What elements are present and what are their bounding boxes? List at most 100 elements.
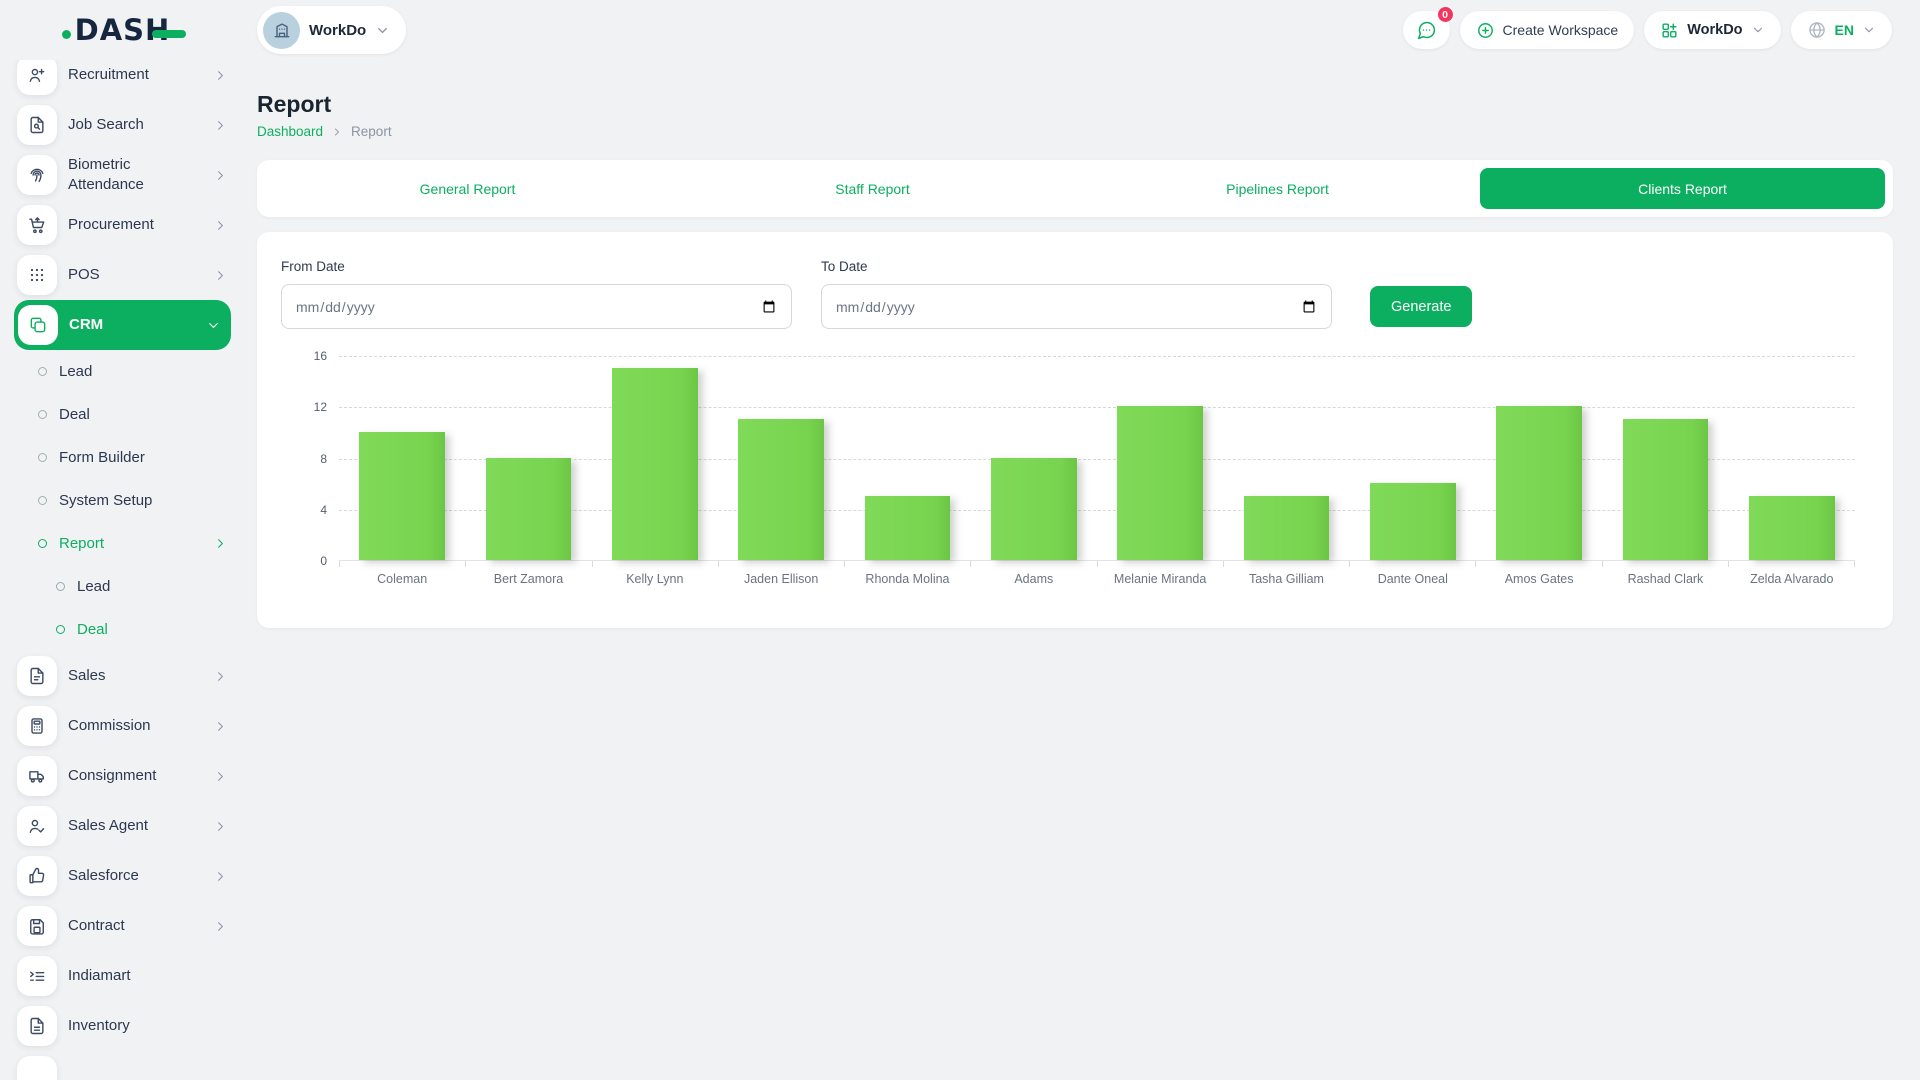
bar-kelly-lynn[interactable] [612, 368, 698, 560]
sidebar-item-procurement[interactable]: Procurement [17, 200, 228, 250]
sidebar-subsubitem-deal[interactable]: Deal [17, 608, 228, 651]
sidebar-item-job-search[interactable]: Job Search [17, 100, 228, 150]
sidebar-subitem-label: Lead [77, 578, 110, 595]
header-actions: 0 Create Workspace WorkDo EN [1403, 11, 1892, 49]
axis-tick [1224, 561, 1350, 567]
bar-dante-oneal[interactable] [1370, 483, 1456, 560]
chevron-right-icon [213, 919, 228, 934]
axis-tick [339, 561, 466, 567]
clients-report-panel: From Date To Date Generate 0481216 Colem… [257, 232, 1893, 628]
logo-area: DASH [0, 13, 245, 47]
workspace-switcher[interactable]: WorkDo [1644, 11, 1780, 49]
workspace-avatar [263, 12, 300, 49]
sidebar-item-label: CRM [69, 315, 103, 335]
breadcrumb: Dashboard Report [257, 124, 1893, 139]
breadcrumb-dashboard-link[interactable]: Dashboard [257, 124, 323, 139]
axis-tick [466, 561, 592, 567]
sidebar-item-label: Biometric Attendance [68, 155, 184, 196]
tab-general-report[interactable]: General Report [265, 168, 670, 209]
sidebar-item-indiamart[interactable]: Indiamart [17, 951, 228, 1001]
sidebar-item-label: Job Search [68, 115, 144, 135]
chevron-down-icon [1862, 23, 1876, 37]
user-check-icon [17, 806, 57, 846]
bar-jaden-ellison[interactable] [738, 419, 824, 560]
sidebar-subitem-deal[interactable]: Deal [17, 393, 228, 436]
tab-staff-report[interactable]: Staff Report [670, 168, 1075, 209]
sidebar-item-consignment[interactable]: Consignment [17, 751, 228, 801]
sidebar-item-label: Indiamart [68, 966, 131, 986]
to-date-input[interactable] [821, 284, 1332, 329]
workspace-selector[interactable]: WorkDo [257, 6, 406, 54]
sidebar-item-recruitment[interactable]: Recruitment [17, 60, 228, 100]
chart-category-labels: ColemanBert ZamoraKelly LynnJaden Elliso… [339, 572, 1855, 586]
chart-axis-ticks [339, 561, 1855, 567]
user-plus-icon [17, 60, 57, 95]
sidebar-item-inventory[interactable]: Inventory [17, 1001, 228, 1051]
sidebar-item-contract[interactable]: Contract [17, 901, 228, 951]
from-date-input[interactable] [281, 284, 792, 329]
bar-rhonda-molina[interactable] [865, 496, 951, 560]
sidebar-subitem-form-builder[interactable]: Form Builder [17, 436, 228, 479]
sidebar-subitem-lead[interactable]: Lead [17, 350, 228, 393]
sidebar-item-label: Sales [68, 666, 106, 686]
logo-accent-dot-icon [62, 30, 71, 39]
messages-button[interactable]: 0 [1403, 11, 1450, 49]
bar-rashad-clark[interactable] [1623, 419, 1709, 560]
to-date-field: To Date [821, 259, 1332, 329]
bar-melanie-miranda[interactable] [1117, 406, 1203, 560]
axis-tick [1350, 561, 1476, 567]
bar-coleman[interactable] [359, 432, 445, 560]
y-axis-tick-label: 12 [281, 400, 327, 414]
sidebar-subitem-label: Deal [59, 406, 90, 423]
sidebar-subitem-label: Form Builder [59, 449, 145, 466]
category-label: Amos Gates [1476, 572, 1602, 586]
tab-pipelines-report[interactable]: Pipelines Report [1075, 168, 1480, 209]
chevron-down-icon [1751, 23, 1765, 37]
bar-zelda-alvarado[interactable] [1749, 496, 1835, 560]
sidebar-subitem-report[interactable]: Report [17, 522, 228, 565]
bar-adams[interactable] [991, 458, 1077, 561]
sidebar-item-sales[interactable]: Sales [17, 651, 228, 701]
list-arrow-icon [17, 956, 57, 996]
bullet-icon [38, 367, 47, 376]
chevron-right-icon [331, 126, 343, 138]
bar-cell-kelly-lynn [592, 356, 718, 560]
bar-bert-zamora[interactable] [486, 458, 572, 561]
sidebar-item-label: Commission [68, 716, 151, 736]
report-filter-form: From Date To Date Generate [281, 259, 1869, 329]
sidebar-item-label: Contract [68, 916, 125, 936]
sidebar: Recruitment Job Search Biometric Attendanc… [0, 60, 245, 1080]
axis-tick [845, 561, 971, 567]
bar-amos-gates[interactable] [1496, 406, 1582, 560]
cart-arrow-icon [17, 205, 57, 245]
sidebar-item-salesforce[interactable]: Salesforce [17, 851, 228, 901]
chevron-right-icon [213, 819, 228, 834]
category-label: Tasha Gilliam [1223, 572, 1349, 586]
axis-tick [593, 561, 719, 567]
sidebar-item-pos[interactable]: POS [17, 250, 228, 300]
bar-tasha-gilliam[interactable] [1244, 496, 1330, 560]
sidebar-item-sales-agent[interactable]: Sales Agent [17, 801, 228, 851]
language-selector[interactable]: EN [1791, 11, 1892, 49]
chevron-right-icon [213, 669, 228, 684]
axis-tick [1729, 561, 1855, 567]
bullet-icon [38, 410, 47, 419]
sidebar-subitem-system-setup[interactable]: System Setup [17, 479, 228, 522]
sidebar-subsubitem-lead[interactable]: Lead [17, 565, 228, 608]
bars-group [339, 356, 1855, 560]
dash-logo[interactable]: DASH [75, 13, 171, 47]
chat-icon [1416, 20, 1437, 41]
sidebar-subitem-label: Lead [59, 363, 92, 380]
sidebar-item-crm[interactable]: CRM [14, 300, 231, 350]
axis-tick [1098, 561, 1224, 567]
bar-cell-adams [971, 356, 1097, 560]
sidebar-item-commission[interactable]: Commission [17, 701, 228, 751]
create-workspace-label: Create Workspace [1503, 22, 1619, 38]
tab-clients-report[interactable]: Clients Report [1480, 168, 1885, 209]
language-label: EN [1835, 22, 1854, 38]
create-workspace-button[interactable]: Create Workspace [1460, 11, 1635, 49]
axis-tick [719, 561, 845, 567]
sidebar-item-biometric-attendance[interactable]: Biometric Attendance [17, 150, 228, 200]
from-date-field: From Date [281, 259, 792, 329]
generate-button[interactable]: Generate [1370, 286, 1472, 327]
